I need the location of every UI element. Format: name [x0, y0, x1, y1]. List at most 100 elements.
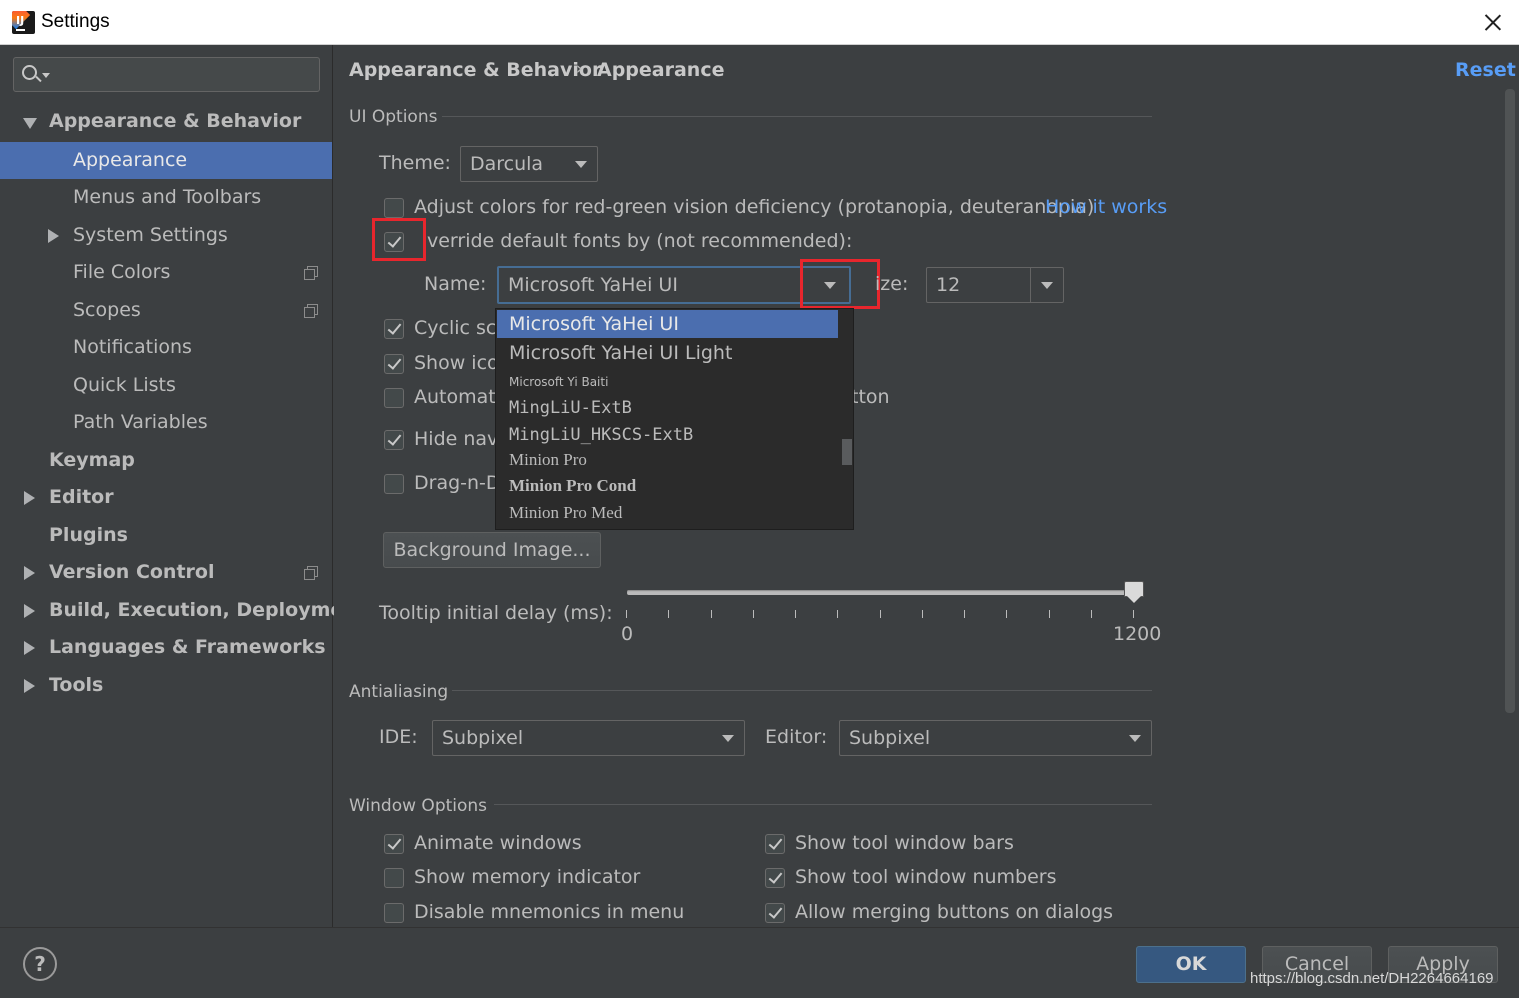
show-memory-label: Show memory indicator — [414, 866, 641, 888]
drag-n-drop-checkbox[interactable] — [384, 474, 404, 494]
sidebar-item-keymap[interactable]: Keymap — [0, 442, 332, 479]
allow-merging-checkbox[interactable] — [765, 903, 785, 923]
sidebar-item-build-execution[interactable]: Build, Execution, Deployment — [0, 592, 366, 629]
sidebar-item-editor[interactable]: Editor — [0, 479, 332, 516]
slider-tick — [710, 610, 712, 618]
chevron-down-icon — [1041, 282, 1053, 289]
settings-sidebar: Appearance & Behavior Appearance Menus a… — [0, 45, 366, 927]
sidebar-item-plugins[interactable]: Plugins — [0, 517, 332, 554]
animate-windows-checkbox[interactable] — [384, 834, 404, 854]
scrollbar[interactable] — [1505, 89, 1515, 713]
divider — [494, 804, 1152, 805]
slider-tick — [837, 610, 839, 618]
background-image-button[interactable]: Background Image... — [383, 532, 601, 568]
section-ui-options: UI Options — [349, 107, 438, 127]
sidebar-item-version-control[interactable]: Version Control — [0, 554, 332, 591]
allow-merging-label: Allow merging buttons on dialogs — [795, 901, 1114, 923]
sidebar-item-menus-toolbars[interactable]: Menus and Toolbars — [0, 179, 332, 216]
font-option[interactable]: MingLiU-ExtB — [497, 394, 838, 422]
close-icon[interactable] — [1476, 6, 1510, 38]
search-icon — [22, 65, 37, 80]
font-name-label: Name: — [424, 273, 487, 295]
dropdown-scrollbar-thumb[interactable] — [842, 439, 852, 465]
chevron-down-icon — [42, 73, 50, 78]
sidebar-item-file-colors[interactable]: File Colors — [0, 254, 332, 291]
editor-label: Editor: — [765, 726, 828, 748]
sidebar-item-notifications[interactable]: Notifications — [0, 329, 332, 366]
font-option[interactable]: Microsoft YaHei UI Light — [497, 339, 838, 367]
show-tool-numbers-label: Show tool window numbers — [795, 866, 1057, 888]
sidebar-item-appearance[interactable]: Appearance — [0, 142, 332, 179]
font-option[interactable]: Minion Pro — [497, 446, 838, 474]
sidebar-item-system-settings[interactable]: System Settings — [0, 217, 332, 254]
help-button[interactable]: ? — [23, 947, 57, 981]
highlight-box — [800, 259, 880, 309]
sidebar-item-tools[interactable]: Tools — [0, 667, 332, 704]
tooltip-delay-label: Tooltip initial delay (ms): — [379, 602, 613, 624]
disable-mnemonics-checkbox[interactable] — [384, 903, 404, 923]
show-icons-label: Show icor — [414, 352, 507, 374]
chevron-down-icon — [575, 161, 587, 168]
highlight-box — [372, 218, 426, 261]
breadcrumb-parent[interactable]: Appearance & Behavior — [349, 59, 601, 81]
window-title: Settings — [41, 11, 110, 32]
font-option[interactable]: Microsoft YaHei UI — [497, 310, 838, 338]
drag-n-drop-label: Drag-n-D — [414, 472, 501, 494]
cyclic-scrolling-checkbox[interactable] — [384, 319, 404, 339]
sidebar-item-languages-frameworks[interactable]: Languages & Frameworks — [0, 629, 332, 666]
font-name-select[interactable]: Microsoft YaHei UI — [497, 266, 851, 304]
hide-navigation-checkbox[interactable] — [384, 430, 404, 450]
breadcrumb-current: Appearance — [597, 59, 725, 81]
override-fonts-label: verride default fonts by (not recommende… — [427, 230, 853, 252]
font-option[interactable]: MingLiU_HKSCS-ExtB — [497, 421, 838, 449]
adjust-colors-checkbox[interactable] — [384, 198, 404, 218]
slider-tick — [1133, 610, 1134, 618]
title-bar: IJ Settings — [0, 0, 1519, 45]
dialog-footer: ? OK Cancel Apply https://blog.csdn.net/… — [0, 927, 1519, 998]
show-tool-bars-checkbox[interactable] — [765, 834, 785, 854]
collapse-arrow-icon — [24, 679, 35, 693]
dropdown-scrollbar[interactable] — [839, 310, 853, 528]
ok-button[interactable]: OK — [1136, 946, 1246, 983]
section-window-options: Window Options — [349, 796, 488, 816]
font-dropdown-list[interactable]: Microsoft YaHei UI Microsoft YaHei UI Li… — [495, 308, 854, 530]
slider-tick — [1006, 610, 1008, 618]
section-antialiasing: Antialiasing — [349, 682, 449, 702]
slider-tick — [879, 610, 881, 618]
chevron-down-icon — [722, 735, 734, 742]
slider-tick — [921, 610, 923, 618]
show-tool-numbers-checkbox[interactable] — [765, 868, 785, 888]
slider-min-label: 0 — [621, 623, 634, 645]
sidebar-item-scopes[interactable]: Scopes — [0, 292, 332, 329]
font-option[interactable]: Minion Pro Med — [497, 499, 838, 527]
animate-windows-label: Animate windows — [414, 832, 582, 854]
collapse-arrow-icon — [24, 491, 35, 505]
chevron-down-icon — [1129, 735, 1141, 742]
slider-tick — [668, 610, 670, 618]
collapse-arrow-icon — [48, 229, 59, 243]
ide-antialiasing-select[interactable]: Subpixel — [432, 720, 745, 756]
reset-link[interactable]: Reset — [1455, 59, 1516, 81]
font-size-label: ize: — [875, 273, 909, 295]
editor-antialiasing-select[interactable]: Subpixel — [839, 720, 1152, 756]
show-memory-checkbox[interactable] — [384, 868, 404, 888]
breadcrumb-separator: › — [576, 59, 583, 79]
sidebar-item-quick-lists[interactable]: Quick Lists — [0, 367, 332, 404]
collapse-arrow-icon — [24, 641, 35, 655]
theme-label: Theme: — [379, 152, 451, 174]
slider-tick — [1048, 610, 1050, 618]
show-icons-checkbox[interactable] — [384, 354, 404, 374]
font-option[interactable]: Minion Pro Cond — [497, 472, 838, 500]
automatic-checkbox[interactable] — [384, 388, 404, 408]
theme-select[interactable]: Darcula — [460, 146, 598, 182]
font-option[interactable]: Microsoft Yi Baiti — [497, 368, 838, 396]
sidebar-item-path-variables[interactable]: Path Variables — [0, 404, 332, 441]
how-it-works-link[interactable]: How it works — [1045, 196, 1167, 218]
tooltip-delay-slider[interactable] — [627, 590, 1134, 595]
sidebar-item-appearance-behavior[interactable]: Appearance & Behavior — [0, 103, 332, 140]
automatic-label-tail: tton — [851, 386, 890, 408]
expand-arrow-icon — [23, 118, 37, 129]
slider-thumb[interactable] — [1123, 581, 1145, 605]
search-input[interactable] — [13, 57, 320, 92]
font-size-select[interactable]: 12 — [926, 267, 1064, 303]
